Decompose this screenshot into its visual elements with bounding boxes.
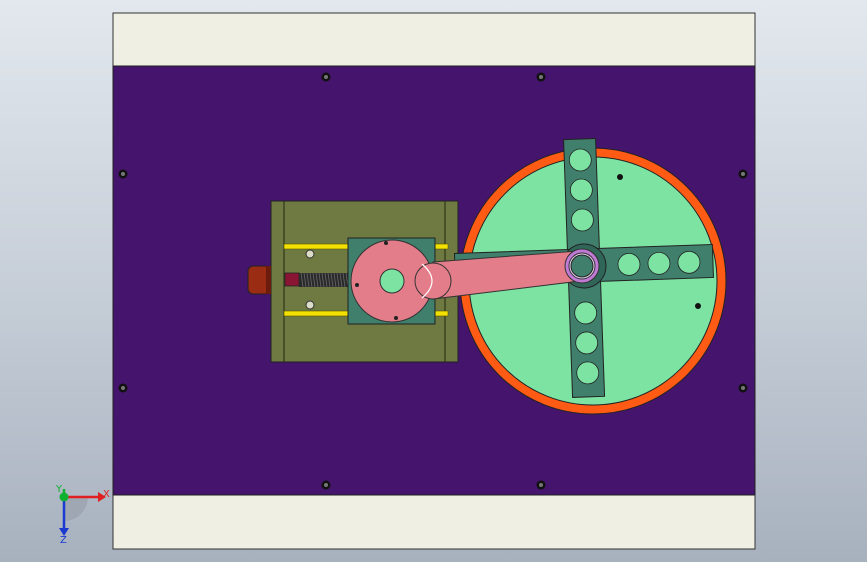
bottom-end-strip: [112, 494, 756, 550]
screw: [536, 480, 546, 490]
locating-pin: [617, 174, 623, 180]
lead-screw: [299, 272, 349, 288]
work-hole: [569, 178, 593, 202]
work-hole: [677, 250, 701, 274]
cad-viewport[interactable]: X Y Z: [0, 0, 867, 562]
guide-rail: [433, 310, 449, 317]
work-hole: [647, 251, 671, 275]
crank-center-hole: [379, 268, 405, 294]
bolt: [305, 249, 315, 259]
work-hole: [576, 361, 600, 385]
guide-rail: [283, 310, 351, 317]
locating-pin: [695, 303, 701, 309]
screw: [321, 72, 331, 82]
bolt: [305, 300, 315, 310]
work-hole: [570, 208, 594, 232]
pivot-pin: [570, 254, 594, 278]
screw-nut: [284, 272, 300, 287]
y-axis-label: Y: [55, 484, 63, 495]
triad-plane: [64, 497, 88, 521]
screw: [321, 480, 331, 490]
guide-rail: [433, 243, 449, 250]
top-end-strip: [112, 12, 756, 67]
work-hole: [617, 252, 641, 276]
work-hole: [568, 148, 592, 172]
z-axis-label: Z: [60, 535, 67, 546]
screw: [738, 169, 748, 179]
screw: [738, 383, 748, 393]
screw: [118, 383, 128, 393]
screw: [118, 169, 128, 179]
work-hole: [575, 331, 599, 355]
work-hole: [574, 301, 598, 325]
screw: [536, 72, 546, 82]
assembly-drawing: X Y Z: [55, 12, 756, 550]
guide-rail: [283, 243, 351, 250]
x-axis-label: X: [103, 489, 110, 500]
orientation-triad: X Y Z: [55, 484, 110, 546]
